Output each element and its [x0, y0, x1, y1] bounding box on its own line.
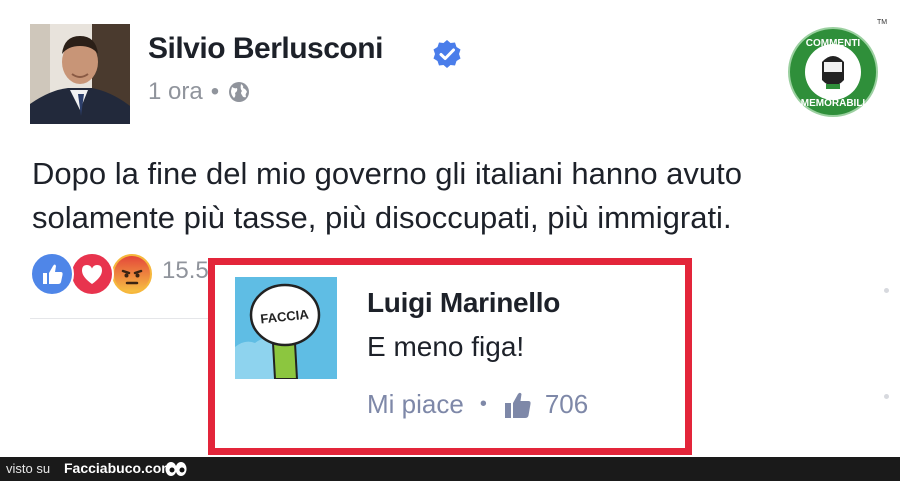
- scroll-dot: [884, 394, 889, 399]
- meta-separator: •: [210, 78, 220, 105]
- post-divider: [30, 318, 210, 319]
- comment-author-name[interactable]: Luigi Marinello: [367, 287, 560, 319]
- love-reaction-icon[interactable]: [70, 252, 114, 296]
- logo-top-text: COMMENTI: [806, 38, 861, 49]
- verified-icon: [432, 39, 462, 69]
- globe-icon: [227, 80, 251, 104]
- comment-actions: Mi piace • 706: [367, 389, 588, 420]
- post-text: Dopo la fine del mio governo gli italian…: [32, 156, 743, 235]
- thumbs-up-icon: [503, 390, 533, 420]
- logo-badge-text: MADE BY FACEBOOK: [815, 89, 852, 93]
- action-separator: •: [479, 393, 487, 415]
- logo-bottom-text: MEMORABILI: [801, 98, 866, 109]
- post-time[interactable]: 1 ora: [148, 78, 203, 106]
- footer-visto-su: visto su: [6, 461, 51, 476]
- like-reaction-icon[interactable]: [30, 252, 74, 296]
- highlighted-comment: FACCIA Luigi Marinello E meno figa! Mi p…: [208, 258, 692, 455]
- comment-text: E meno figa!: [367, 331, 525, 362]
- author-avatar[interactable]: [30, 24, 130, 124]
- comment-like-count[interactable]: 706: [545, 389, 588, 420]
- angry-reaction-icon[interactable]: [110, 252, 154, 296]
- scroll-dot: [884, 288, 889, 293]
- reaction-count[interactable]: 15.5: [162, 257, 209, 285]
- comment-avatar[interactable]: FACCIA: [235, 277, 337, 379]
- post-author-name[interactable]: Silvio Berlusconi: [148, 32, 383, 66]
- footer-site-link[interactable]: Facciabuco.com: [64, 460, 174, 476]
- post-meta: 1 ora •: [148, 78, 251, 106]
- eyes-icon: [164, 460, 188, 478]
- comment-like-button[interactable]: Mi piace: [367, 389, 464, 420]
- logo-tm: TM: [877, 19, 887, 26]
- commenti-memorabili-logo: TM COMMENTI MEMORABILI MADE BY FACEBOOK: [780, 10, 890, 128]
- site-footer-bar: visto su Facciabuco.com: [0, 457, 900, 481]
